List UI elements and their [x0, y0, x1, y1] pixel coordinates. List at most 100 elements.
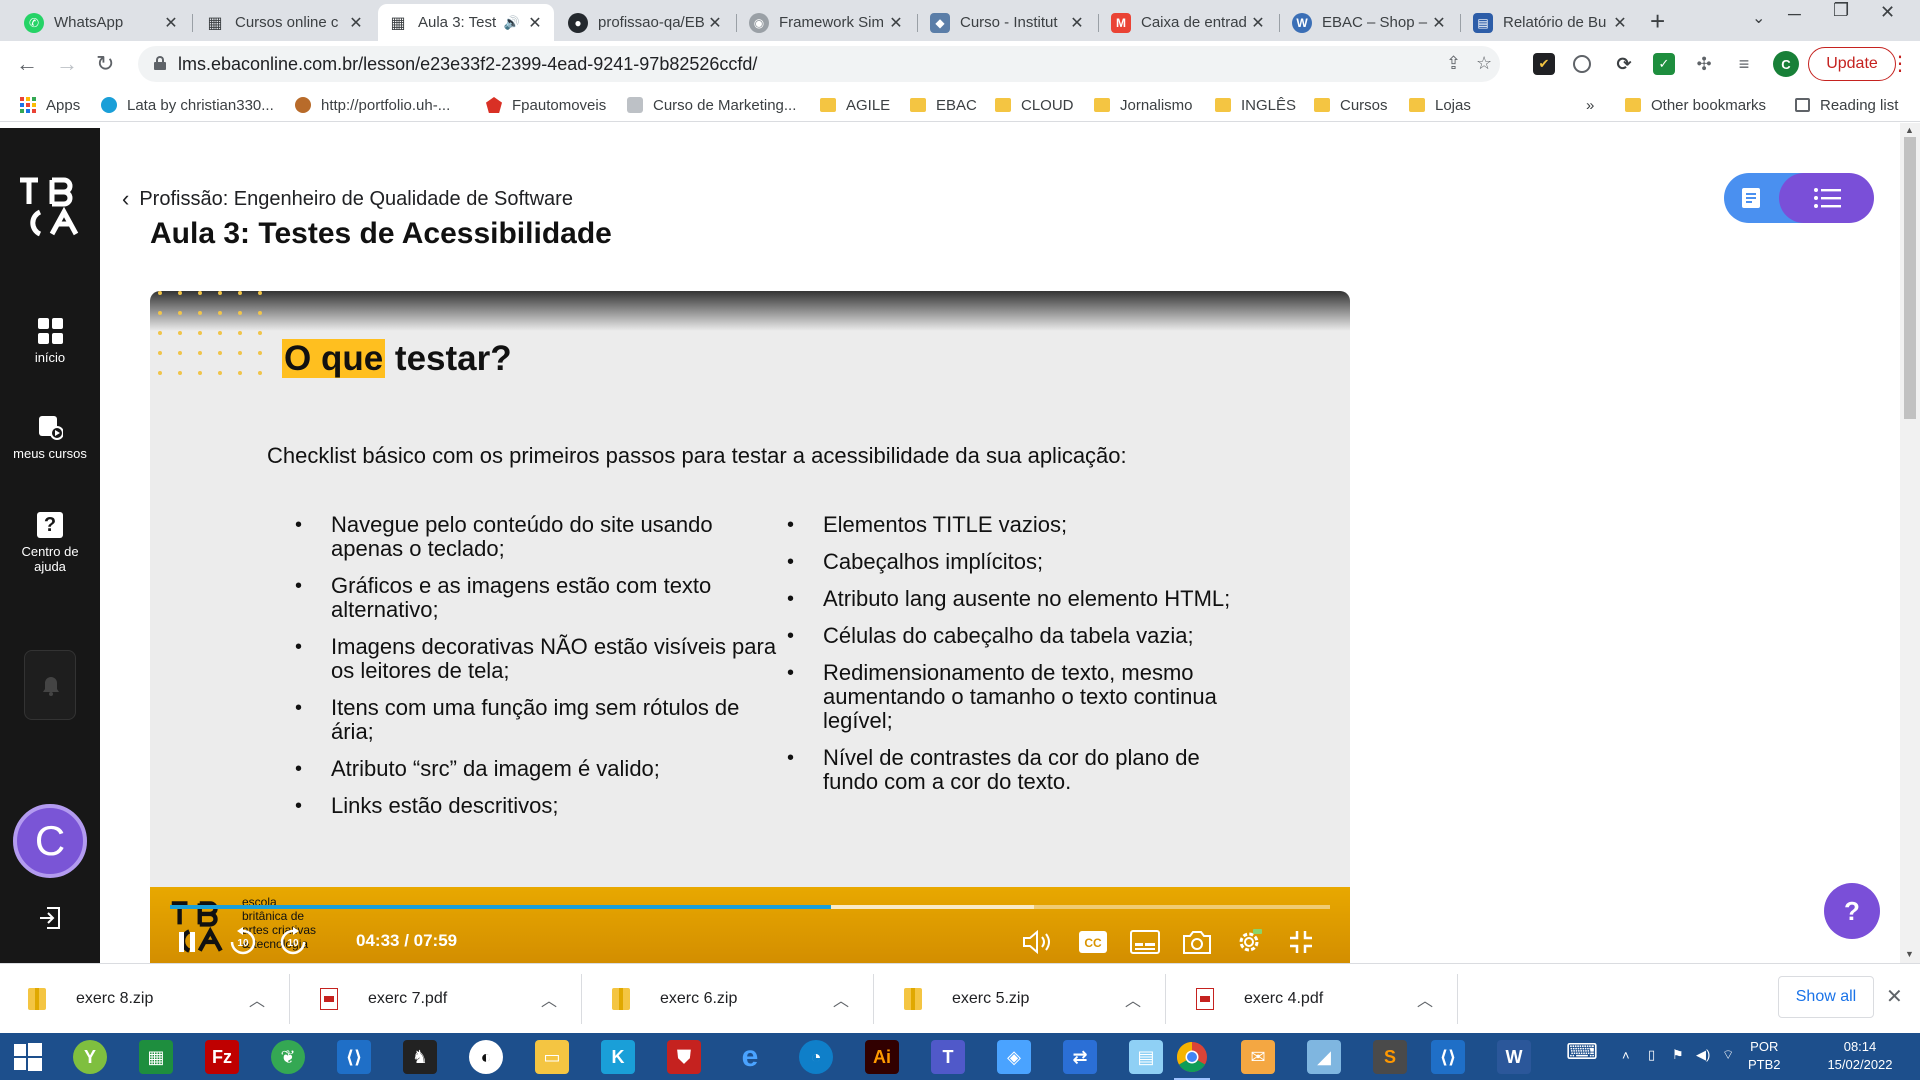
chevron-up-icon[interactable]: ︿	[541, 987, 557, 1011]
logout-icon[interactable]	[37, 905, 63, 931]
close-icon[interactable]: ✕	[347, 13, 365, 33]
back-button[interactable]: ←	[16, 51, 38, 77]
flag-icon[interactable]: ⚑	[1672, 1046, 1684, 1064]
close-icon[interactable]: ✕	[887, 13, 905, 33]
bookmark-star-icon[interactable]: ☆	[1476, 53, 1492, 74]
settings-button[interactable]	[1232, 927, 1266, 957]
tab-gmail[interactable]: M Caixa de entrad ✕	[1101, 4, 1277, 41]
file-explorer-icon[interactable]: ▭	[532, 1037, 572, 1077]
chevron-up-icon[interactable]: ︿	[1417, 987, 1433, 1011]
forward-10-button[interactable]: 10	[276, 927, 310, 957]
sidebar-item-meus-cursos[interactable]: meus cursos	[0, 414, 100, 461]
close-icon[interactable]: ✕	[162, 13, 180, 33]
chevron-up-icon[interactable]: ︿	[249, 987, 265, 1011]
bookmark-item[interactable]: Fpautomoveis	[486, 94, 606, 116]
scroll-down-icon[interactable]: ▼	[1905, 949, 1914, 959]
breadcrumb[interactable]: ‹ Profissão: Engenheiro de Qualidade de …	[122, 186, 573, 212]
tab-curso-instituto[interactable]: ◆ Curso - Institut ✕	[920, 4, 1096, 41]
download-item[interactable]: exerc 4.pdf ︿	[1168, 974, 1458, 1024]
check-extension-icon[interactable]: ✓	[1653, 53, 1675, 75]
page-scrollbar[interactable]: ▲ ▼	[1900, 123, 1920, 963]
speaker-icon[interactable]: ◀)	[1696, 1046, 1710, 1064]
windows-start-icon[interactable]	[8, 1037, 48, 1077]
more-menu-icon[interactable]: ⋮	[1890, 51, 1910, 76]
teams-icon[interactable]: T	[928, 1037, 968, 1077]
language-indicator[interactable]: POR PTB2	[1748, 1038, 1781, 1074]
taskbar-app-icon[interactable]: ❦	[268, 1037, 308, 1077]
exit-fullscreen-button[interactable]	[1284, 927, 1318, 957]
illustrator-icon[interactable]: Ai	[862, 1037, 902, 1077]
extension-icon[interactable]: ✔	[1533, 53, 1555, 75]
taskbar-app-icon[interactable]: ◈	[994, 1037, 1034, 1077]
lesson-list-button[interactable]	[1779, 173, 1874, 223]
forward-button[interactable]: →	[56, 51, 78, 77]
progress-bar[interactable]	[170, 905, 1330, 909]
notifications-button[interactable]	[24, 650, 76, 720]
bookmark-apps[interactable]: Apps	[20, 94, 80, 116]
volume-button[interactable]	[1020, 927, 1058, 957]
vscode-icon[interactable]: ⟨⟩	[1428, 1037, 1468, 1077]
share-icon[interactable]: ⇪	[1446, 53, 1461, 74]
calculator-icon[interactable]: ▦	[136, 1037, 176, 1077]
word-icon[interactable]: W	[1494, 1037, 1534, 1077]
taskbar-app-icon[interactable]: ◢	[1304, 1037, 1344, 1077]
bookmark-folder[interactable]: EBAC	[910, 94, 977, 116]
media-control-icon[interactable]: ≡	[1733, 53, 1755, 75]
close-window-icon[interactable]: ✕	[1880, 2, 1895, 23]
download-item[interactable]: exerc 6.zip ︿	[584, 974, 874, 1024]
network-icon[interactable]: ⇄	[1060, 1037, 1100, 1077]
lock-icon[interactable]	[154, 56, 166, 70]
wifi-icon[interactable]: ⌔	[1722, 1046, 1734, 1064]
bookmarks-overflow-button[interactable]: »	[1586, 94, 1594, 116]
audio-playing-icon[interactable]: 🔊	[504, 15, 520, 31]
close-icon[interactable]: ✕	[1430, 13, 1448, 33]
profile-avatar[interactable]: C	[1773, 51, 1799, 77]
battery-icon[interactable]: ▯	[1648, 1046, 1655, 1064]
download-item[interactable]: exerc 5.zip ︿	[876, 974, 1166, 1024]
clock[interactable]: 08:14 15/02/2022	[1820, 1038, 1900, 1074]
tab-github[interactable]: ● profissao-qa/EB ✕	[558, 4, 734, 41]
tab-cursos-online[interactable]: ▦ Cursos online c ✕	[195, 4, 375, 41]
bookmark-folder[interactable]: Cursos	[1314, 94, 1388, 116]
internet-explorer-icon[interactable]: e	[730, 1037, 770, 1077]
video-player[interactable]: O que testar? Checklist básico com os pr…	[150, 291, 1350, 963]
tab-framework[interactable]: ◉ Framework Sim ✕	[739, 4, 915, 41]
user-avatar[interactable]: C	[13, 804, 87, 878]
edge-icon[interactable]: ◔	[796, 1037, 836, 1077]
keyboard-icon[interactable]: ⌨	[1566, 1041, 1598, 1063]
sync-extension-icon[interactable]: ⟳	[1613, 53, 1635, 75]
reading-list[interactable]: Reading list	[1795, 94, 1898, 116]
close-icon[interactable]: ✕	[526, 13, 544, 33]
notepad-icon[interactable]: ▤	[1126, 1037, 1166, 1077]
close-icon[interactable]: ✕	[1249, 13, 1267, 33]
captions-button[interactable]: CC	[1076, 927, 1110, 957]
close-icon[interactable]: ✕	[1611, 13, 1629, 33]
sidebar-item-centro-de-ajuda[interactable]: ? Centro de ajuda	[0, 512, 100, 574]
chrome-icon[interactable]	[1172, 1037, 1212, 1080]
download-item[interactable]: exerc 8.zip ︿	[0, 974, 290, 1024]
taskbar-app-icon[interactable]: Y	[70, 1037, 110, 1077]
extension-icon[interactable]	[1573, 55, 1591, 73]
scroll-up-icon[interactable]: ▲	[1905, 125, 1914, 135]
filezilla-icon[interactable]: Fz	[202, 1037, 242, 1077]
download-item[interactable]: exerc 7.pdf ︿	[292, 974, 582, 1024]
update-button[interactable]: Update	[1808, 47, 1896, 81]
minimize-icon[interactable]: ─	[1788, 4, 1801, 25]
bookmark-folder[interactable]: AGILE	[820, 94, 890, 116]
close-downloads-icon[interactable]: ✕	[1886, 984, 1903, 1009]
taskbar-app-icon[interactable]: ◐	[466, 1037, 506, 1077]
bookmark-folder[interactable]: CLOUD	[995, 94, 1074, 116]
tab-aula-3[interactable]: ▦ Aula 3: Test 🔊 ✕	[378, 4, 554, 41]
address-bar[interactable]: lms.ebaconline.com.br/lesson/e23e33f2-23…	[138, 46, 1500, 82]
bookmark-item[interactable]: http://portfolio.uh-...	[295, 94, 450, 116]
sidebar-item-inicio[interactable]: início	[0, 318, 100, 365]
sublime-icon[interactable]: S	[1370, 1037, 1410, 1077]
pause-button[interactable]	[172, 927, 202, 957]
bookmark-item[interactable]: Curso de Marketing...	[627, 94, 796, 116]
vscode-icon[interactable]: ⟨⟩	[334, 1037, 374, 1077]
tab-whatsapp[interactable]: ✆ WhatsApp ✕	[14, 4, 190, 41]
bookmark-folder[interactable]: Lojas	[1409, 94, 1471, 116]
tab-search-icon[interactable]: ⌄	[1752, 8, 1765, 28]
new-tab-button[interactable]: +	[1650, 6, 1665, 37]
puzzle-icon[interactable]: ✣	[1693, 53, 1715, 75]
